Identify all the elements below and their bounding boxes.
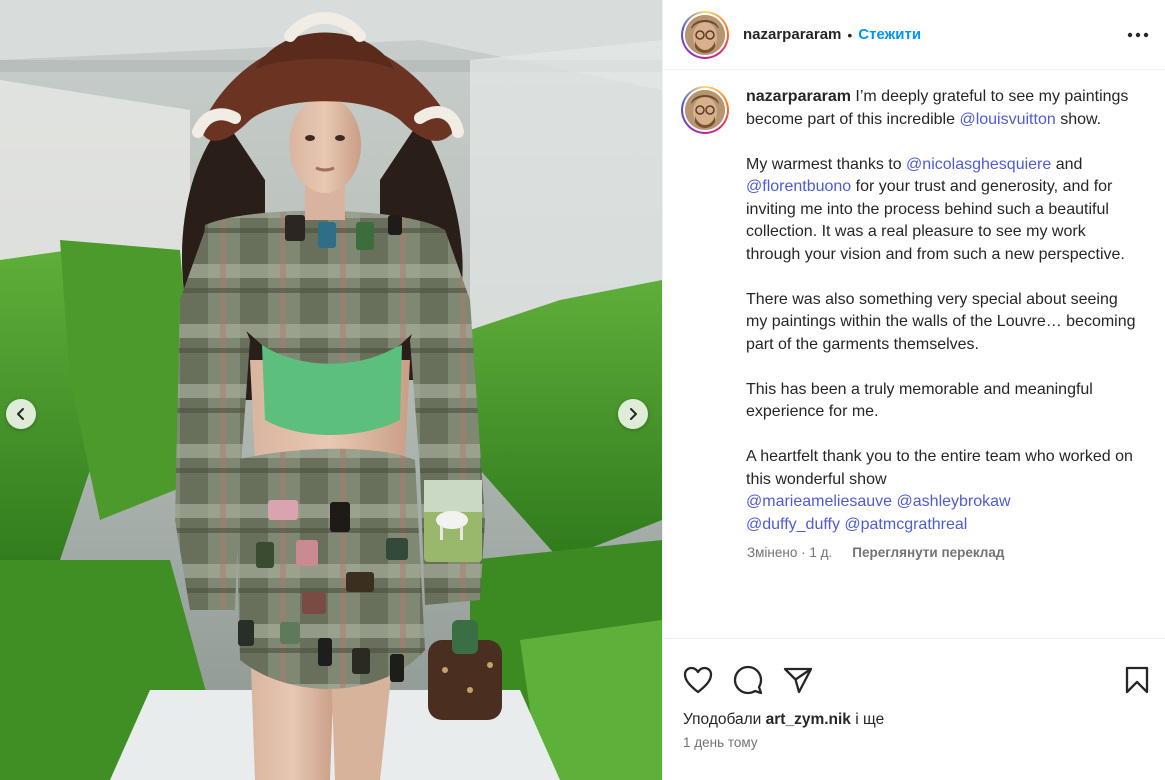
like-button[interactable] xyxy=(683,666,713,694)
caption-p2-and: and xyxy=(1051,155,1083,173)
share-button[interactable] xyxy=(783,666,813,694)
post-media[interactable] xyxy=(0,0,662,780)
caption-p3: There was also something very special ab… xyxy=(746,290,1136,353)
runway-photo xyxy=(0,0,662,780)
comment-button[interactable] xyxy=(733,665,763,695)
post-actions: Уподобали art_zym.nik і ще 1 день тому xyxy=(663,638,1165,780)
follow-button[interactable]: Стежити xyxy=(858,26,921,43)
caption: nazarpararam I’m deeply grateful to see … xyxy=(681,86,1149,559)
mention-link[interactable]: @nicolasghesquiere xyxy=(906,156,1051,173)
carousel-next-button[interactable] xyxy=(618,399,648,429)
mention-link[interactable]: @florentbuono xyxy=(746,178,851,195)
mention-link[interactable]: @louisvuitton xyxy=(959,111,1055,128)
bookmark-icon xyxy=(1125,666,1149,694)
avatar-image xyxy=(685,90,725,130)
post-side-panel: nazarpararam • Стежити nazarpararam I’m … xyxy=(662,0,1165,780)
likes-prefix: Уподобали xyxy=(683,711,766,728)
more-icon xyxy=(1127,32,1149,37)
chevron-left-icon xyxy=(17,408,24,420)
avatar[interactable] xyxy=(681,10,729,59)
caption-p2-start: My warmest thanks to xyxy=(746,155,907,173)
post-username[interactable]: nazarpararam xyxy=(743,26,841,43)
heart-icon xyxy=(683,666,713,694)
mention-link[interactable]: @duffy_duffy xyxy=(746,516,840,533)
mention-link[interactable]: @marieameliesauve xyxy=(746,493,892,510)
mention-link[interactable]: @ashleybrokaw xyxy=(897,493,1011,510)
save-button[interactable] xyxy=(1125,666,1149,694)
likes-summary: Уподобали art_zym.nik і ще xyxy=(663,703,1165,729)
caption-p1-end: show. xyxy=(1055,110,1102,128)
likes-suffix[interactable]: і ще xyxy=(851,711,884,728)
more-options-button[interactable] xyxy=(1127,32,1149,38)
avatar-image xyxy=(685,14,725,55)
action-bar xyxy=(663,639,1165,703)
chevron-right-icon xyxy=(630,408,637,420)
caption-username[interactable]: nazarpararam xyxy=(746,88,851,105)
likes-user-link[interactable]: art_zym.nik xyxy=(766,711,851,728)
caption-p4: This has been a truly memorable and mean… xyxy=(746,380,1093,421)
carousel-prev-button[interactable] xyxy=(6,399,36,429)
caption-avatar[interactable] xyxy=(681,86,729,134)
post-header: nazarpararam • Стежити xyxy=(663,0,1165,70)
separator-dot: • xyxy=(847,26,853,43)
comment-icon xyxy=(733,665,763,695)
see-translation-button[interactable]: Переглянути переклад xyxy=(852,545,1004,560)
mention-link[interactable]: @patmcgrathreal xyxy=(844,516,967,533)
caption-text: nazarpararam I’m deeply grateful to see … xyxy=(746,86,1136,559)
comments-section: nazarpararam I’m deeply grateful to see … xyxy=(681,86,1149,638)
post-timestamp[interactable]: 1 день тому xyxy=(663,729,1165,750)
caption-p5: A heartfelt thank you to the entire team… xyxy=(746,448,1133,488)
edited-label: Змінено · 1 д. xyxy=(747,544,833,560)
share-icon xyxy=(783,667,813,694)
